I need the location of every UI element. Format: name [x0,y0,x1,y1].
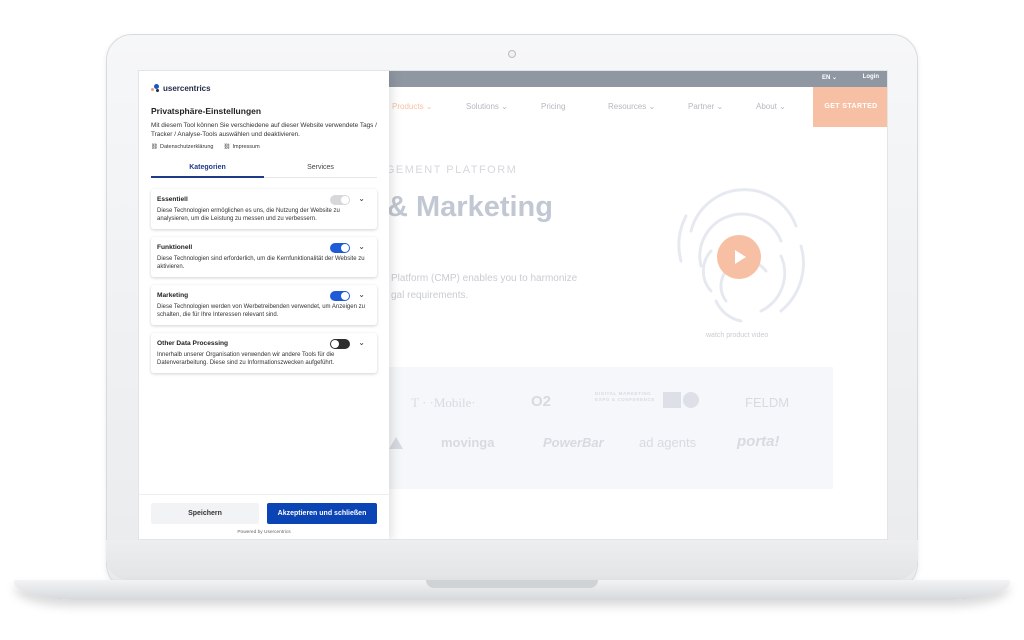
category-card-funktionell: Funktionell ⌄ Diese Technologien sind er… [151,237,377,277]
logo-powerbar: PowerBar [543,435,604,450]
link-icon: ⛓ [223,144,231,150]
nav-pricing[interactable]: Pricing [541,102,565,111]
laptop-screen: EN ⌄ Login Products ⌄ Solutions ⌄ Pricin… [138,70,888,540]
funktionell-toggle[interactable] [330,243,350,253]
hero-body-line1: Platform (CMP) enables you to harmonize [391,273,578,284]
tab-services[interactable]: Services [264,164,377,178]
logo-dmexco-circle [683,392,699,408]
laptop-camera [508,50,516,58]
language-selector[interactable]: EN ⌄ [822,74,837,81]
play-video-button[interactable] [717,235,761,279]
chevron-down-icon[interactable]: ⌄ [358,338,365,347]
hero-headline: & Marketing [387,191,553,223]
nav-partner[interactable]: Partner ⌄ [688,102,723,111]
category-list: Essentiell ⌄ Diese Technologien ermöglic… [151,189,377,381]
category-card-essentiell: Essentiell ⌄ Diese Technologien ermöglic… [151,189,377,229]
nav-about[interactable]: About ⌄ [756,102,786,111]
chevron-down-icon[interactable]: ⌄ [358,242,365,251]
panel-links: ⛓ Datenschutzerklärung ⛓ Impressum [151,144,260,150]
panel-title: Privatsphäre-Einstellungen [151,106,262,116]
essentiell-toggle [330,195,350,205]
usercentrics-dots-icon [151,84,160,93]
chevron-down-icon[interactable]: ⌄ [358,290,365,299]
nav-products[interactable]: Products ⌄ [392,102,433,111]
logo-dmexco: DIGITAL MARKETING EXPO & CONFERENCE [595,391,655,402]
marketing-toggle[interactable] [330,291,350,301]
logo-movinga: movinga [441,435,495,450]
logo-adagents: ad agents [639,435,697,450]
other-data-processing-toggle[interactable] [330,339,350,349]
logo-feldm: FELDM [745,395,790,410]
consent-panel: usercentrics Privatsphäre-Einstellungen … [139,71,389,539]
usercentrics-logo: usercentrics [151,84,211,93]
hero-body-line2: gal requirements. [391,290,469,301]
get-started-button[interactable]: GET STARTED [813,87,887,127]
watch-video-caption: watch product video [706,332,769,339]
powered-by: Powered by Usercentrics [237,530,291,535]
category-description: Diese Technologien werden von Werbetreib… [157,304,365,318]
category-card-marketing: Marketing ⌄ Diese Technologien werden vo… [151,285,377,325]
category-description: Diese Technologien sind erforderlich, um… [157,256,365,270]
laptop-chin [106,540,918,580]
category-description: Diese Technologien ermöglichen es uns, d… [157,208,340,222]
logo-o2: O2 [531,393,552,410]
logo-tmobile: T · ·Mobile· [411,395,476,410]
tab-kategorien[interactable]: Kategorien [151,164,264,178]
logo-dmexco-square [663,392,681,408]
panel-tabs: Kategorien Services [151,163,377,178]
hero-eyebrow: AGEMENT PLATFORM [377,164,518,176]
category-title: Funktionell [157,244,193,251]
login-link[interactable]: Login [863,74,879,80]
laptop-notch [426,580,598,588]
nav-resources[interactable]: Resources ⌄ [608,102,655,111]
category-description: Innerhalb unserer Organisation verwenden… [157,352,335,366]
category-title: Marketing [157,292,189,299]
nav-solutions[interactable]: Solutions ⌄ [466,102,508,111]
accept-and-close-button[interactable]: Akzeptieren und schließen [267,503,377,524]
imprint-link[interactable]: ⛓ Impressum [224,144,260,150]
category-card-other-data-processing: Other Data Processing ⌄ Innerhalb unsere… [151,333,377,373]
chevron-down-icon[interactable]: ⌄ [358,194,365,203]
link-icon: ⛓ [151,144,158,150]
logo-triangle-icon [389,437,403,449]
category-title: Other Data Processing [157,340,229,347]
save-button[interactable]: Speichern [151,503,259,524]
panel-description: Mit diesem Tool können Sie verschiedene … [151,122,377,138]
privacy-policy-link[interactable]: ⛓ Datenschutzerklärung [151,144,214,150]
stage: EN ⌄ Login Products ⌄ Solutions ⌄ Pricin… [0,0,1024,640]
category-title: Essentiell [157,196,188,203]
footer-divider [139,494,389,495]
logo-porta: porta! [737,433,780,450]
customer-logos: T · ·Mobile· O2 DIGITAL MARKETING EXPO &… [377,367,833,489]
